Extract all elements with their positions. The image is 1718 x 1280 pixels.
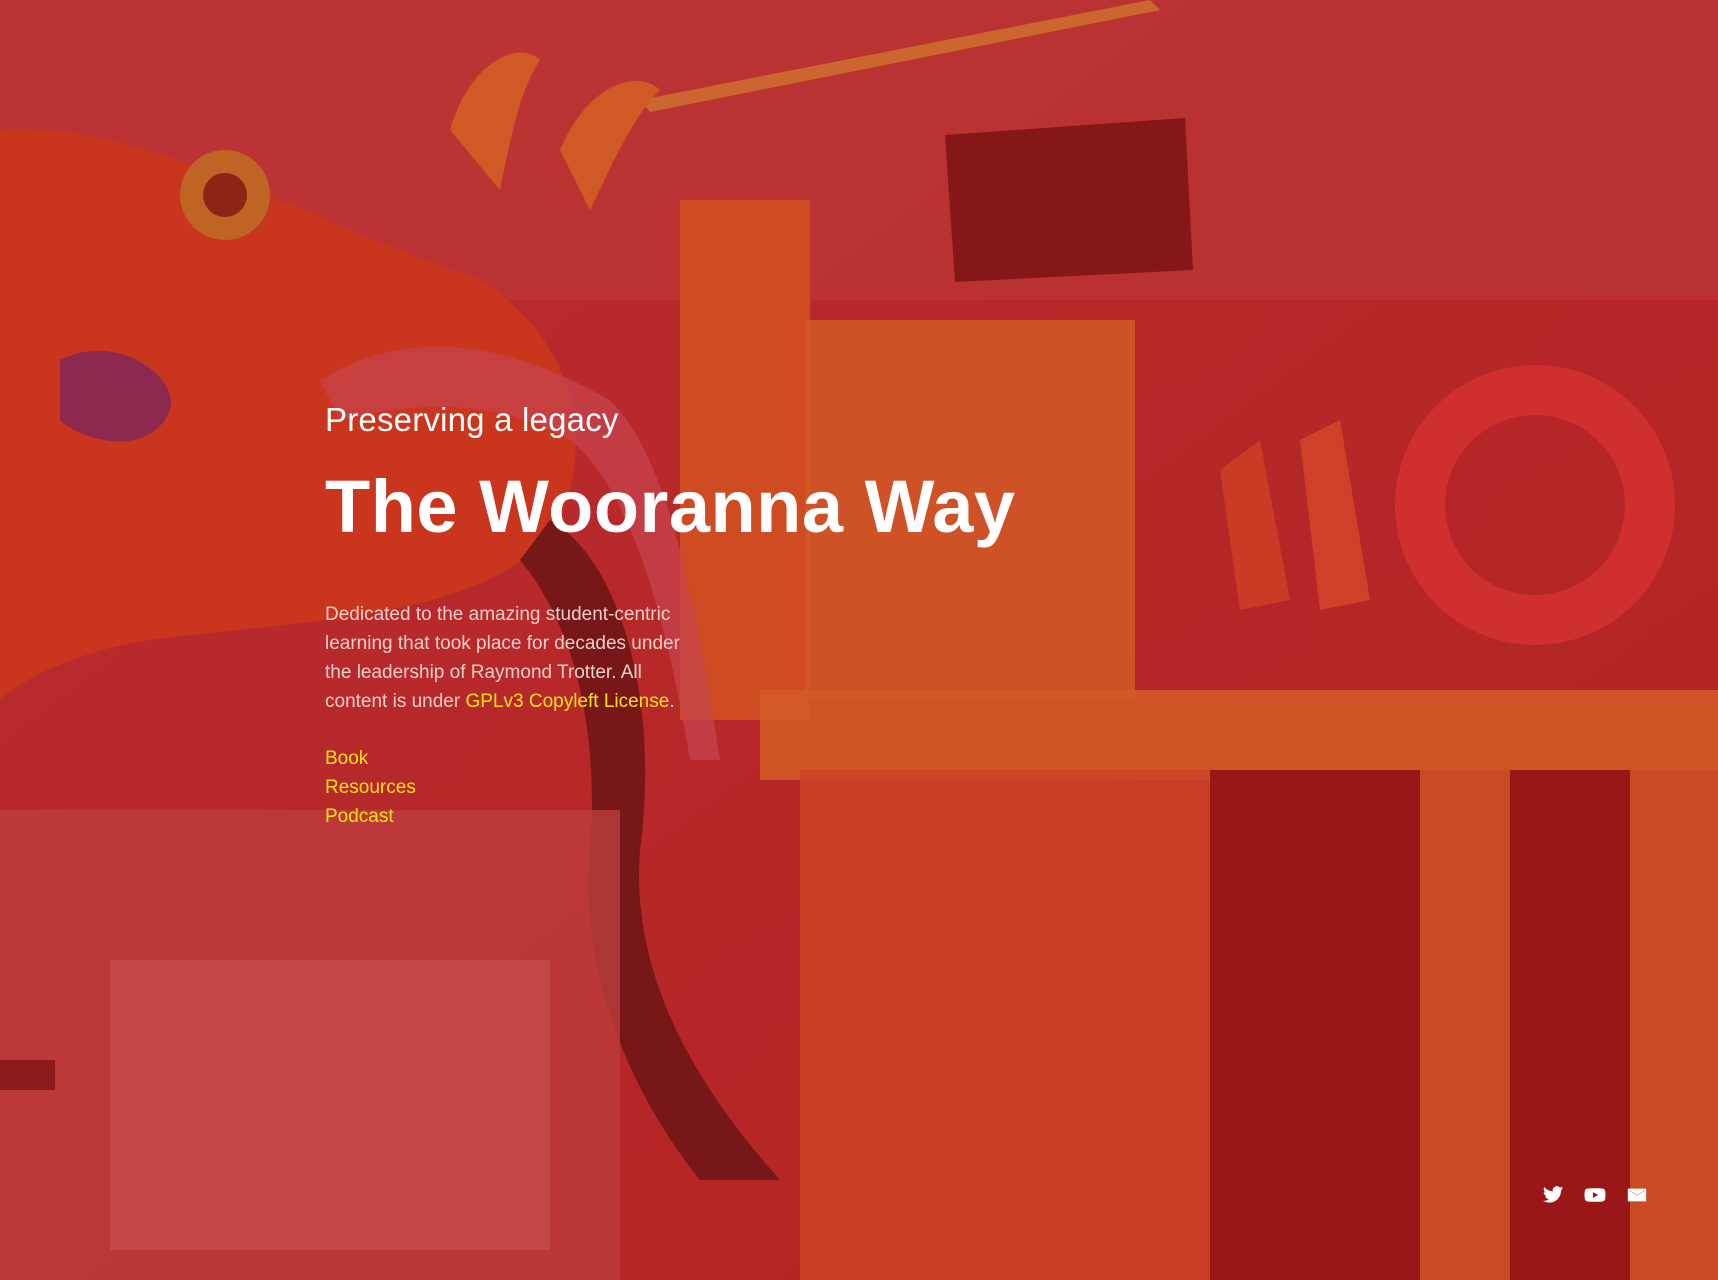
email-link[interactable] xyxy=(1626,1184,1648,1206)
nav-item-resources: Resources xyxy=(325,773,1085,802)
nav-item-book: Book xyxy=(325,744,1085,773)
mail-icon xyxy=(1627,1188,1647,1202)
description-suffix: . xyxy=(669,691,675,712)
site-description: Dedicated to the amazing student-centric… xyxy=(325,600,695,716)
hero-content: Preserving a legacy The Wooranna Way Ded… xyxy=(325,398,1085,831)
twitter-icon xyxy=(1542,1186,1564,1203)
site-title: The Wooranna Way xyxy=(325,465,1016,548)
nav-item-podcast: Podcast xyxy=(325,802,1085,831)
hero-section: Preserving a legacy The Wooranna Way Ded… xyxy=(0,0,1718,1280)
license-link[interactable]: GPLv3 Copyleft License xyxy=(465,691,669,712)
youtube-link[interactable] xyxy=(1584,1184,1606,1206)
hero-subtitle: Preserving a legacy xyxy=(325,401,619,438)
resources-link[interactable]: Resources xyxy=(325,777,416,798)
podcast-link[interactable]: Podcast xyxy=(325,806,394,827)
social-links xyxy=(1542,1184,1648,1206)
book-link[interactable]: Book xyxy=(325,748,368,769)
nav-links: Book Resources Podcast xyxy=(325,744,1085,831)
twitter-link[interactable] xyxy=(1542,1184,1564,1206)
youtube-icon xyxy=(1584,1188,1606,1202)
